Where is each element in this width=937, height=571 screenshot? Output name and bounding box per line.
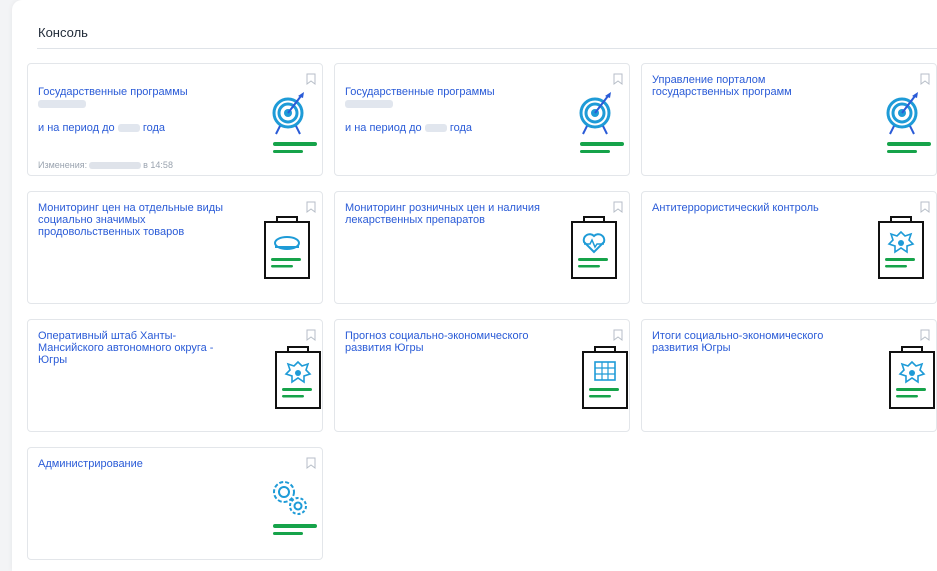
modified-timestamp: Изменения: в 14:58 <box>38 160 173 170</box>
card-forecast[interactable]: Прогноз социально-экономического развити… <box>334 319 630 432</box>
divider <box>37 48 937 49</box>
card-title: Оперативный штаб Ханты-Мансийского автон… <box>38 330 214 366</box>
card-title: Государственные программы и на период до… <box>345 86 495 134</box>
clipboard-bread-icon <box>264 216 310 279</box>
card-title: Антитеррористический контроль <box>652 202 819 214</box>
card-title: Мониторинг розничных цен и наличия лекар… <box>345 202 540 226</box>
clipboard-grid-icon <box>582 346 628 409</box>
target-icon <box>579 92 624 153</box>
card-portal-management[interactable]: Управление порталом государственных прог… <box>641 63 937 176</box>
card-food-prices[interactable]: Мониторинг цен на отдельные виды социаль… <box>27 191 323 304</box>
card-administration[interactable]: Администрирование <box>27 447 323 560</box>
target-icon <box>272 92 317 153</box>
card-title: Администрирование <box>38 458 143 470</box>
page-title: Консоль <box>38 25 88 40</box>
card-title: Управление порталом государственных прог… <box>652 74 792 98</box>
card-medicine-prices[interactable]: Мониторинг розничных цен и наличия лекар… <box>334 191 630 304</box>
gears-icon <box>273 481 317 535</box>
card-antiterror[interactable]: Антитеррористический контроль <box>641 191 937 304</box>
console-panel: Консоль Государственные программы и на п… <box>12 0 937 571</box>
clipboard-emblem-icon <box>889 346 935 409</box>
card-title: Прогноз социально-экономического развити… <box>345 330 529 354</box>
clipboard-heart-icon <box>571 216 617 279</box>
card-title: Итоги социально-экономического развития … <box>652 330 824 354</box>
card-state-programs-2[interactable]: Государственные программы и на период до… <box>334 63 630 176</box>
clipboard-emblem-icon <box>878 216 924 279</box>
card-title: Мониторинг цен на отдельные виды социаль… <box>38 202 224 238</box>
card-operational-hq[interactable]: Оперативный штаб Ханты-Мансийского автон… <box>27 319 323 432</box>
clipboard-emblem-icon <box>275 346 321 409</box>
card-state-programs-1[interactable]: Государственные программы и на период до… <box>27 63 323 176</box>
target-icon <box>886 92 931 153</box>
card-title: Государственные программы и на период до… <box>38 86 188 134</box>
card-results[interactable]: Итоги социально-экономического развития … <box>641 319 937 432</box>
